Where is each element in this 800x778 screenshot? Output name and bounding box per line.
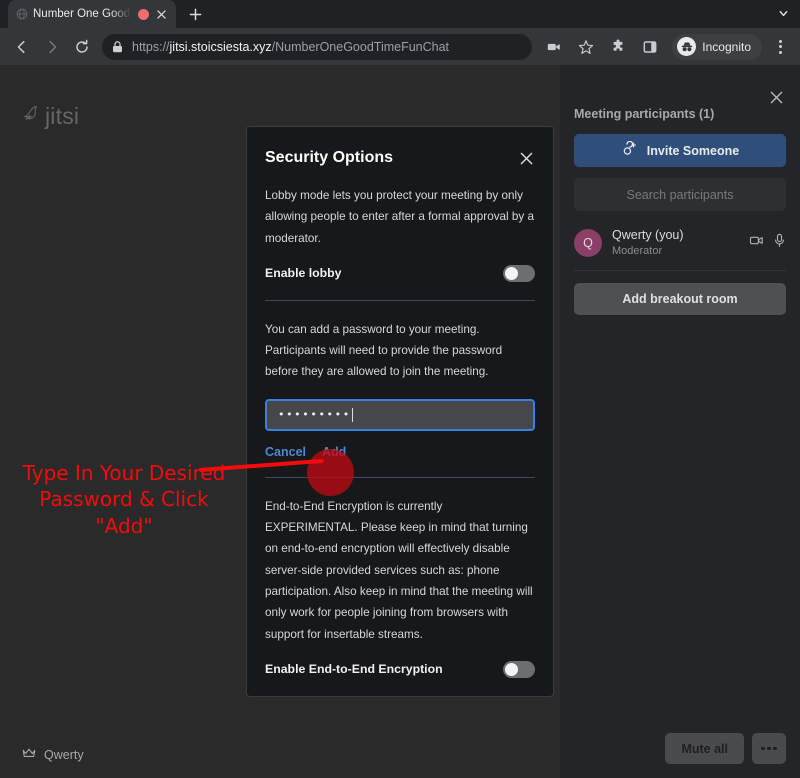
enable-lobby-row: Enable lobby bbox=[265, 264, 535, 300]
url-host: jitsi.stoicsiesta.xyz bbox=[169, 39, 272, 54]
jitsi-wordmark: jitsi bbox=[45, 103, 80, 129]
mute-all-button[interactable]: Mute all bbox=[665, 733, 744, 764]
password-value: ••••••••• bbox=[278, 408, 351, 422]
dialog-title: Security Options bbox=[265, 149, 394, 166]
mute-all-label: Mute all bbox=[681, 741, 728, 756]
add-breakout-room-label: Add breakout room bbox=[622, 292, 738, 306]
address-bar-url: https://jitsi.stoicsiesta.xyz/NumberOneG… bbox=[132, 40, 449, 54]
incognito-label: Incognito bbox=[702, 39, 751, 54]
participants-panel: Meeting participants (1) Invite Someone … bbox=[560, 65, 800, 778]
participants-title: Meeting participants (1) bbox=[574, 107, 715, 121]
enable-e2ee-label: Enable End-to-End Encryption bbox=[265, 662, 443, 677]
cancel-button[interactable]: Cancel bbox=[265, 445, 306, 459]
add-breakout-room-button[interactable]: Add breakout room bbox=[574, 283, 786, 315]
video-camera-icon[interactable] bbox=[540, 33, 568, 61]
participant-list-item[interactable]: Q Qwerty (you) Moderator bbox=[574, 223, 786, 263]
browser-tab[interactable]: Number One Good Time bbox=[8, 0, 176, 28]
jitsi-logo-icon bbox=[20, 103, 42, 130]
enable-lobby-label: Enable lobby bbox=[265, 266, 342, 281]
microphone-icon[interactable] bbox=[773, 233, 786, 253]
search-participants-input[interactable]: Search participants bbox=[574, 178, 786, 211]
crown-icon bbox=[22, 746, 36, 764]
dialog-header: Security Options bbox=[265, 127, 535, 167]
incognito-indicator[interactable]: Incognito bbox=[672, 33, 762, 60]
password-description: You can add a password to your meeting. … bbox=[265, 322, 503, 379]
jitsi-watermark: jitsi bbox=[20, 103, 79, 130]
annotation-text: Type In Your Desired Password & Click "A… bbox=[22, 461, 226, 538]
invite-someone-label: Invite Someone bbox=[646, 143, 740, 158]
toggle-knob bbox=[505, 266, 518, 280]
password-input[interactable]: ••••••••• bbox=[265, 398, 535, 431]
enable-e2ee-row: Enable End-to-End Encryption bbox=[265, 660, 535, 696]
e2ee-description: End-to-End Encryption is currently EXPER… bbox=[265, 499, 533, 641]
tab-title: Number One Good Time bbox=[33, 8, 133, 20]
url-path: /NumberOneGoodTimeFunChat bbox=[271, 39, 450, 54]
lock-icon[interactable] bbox=[112, 40, 124, 53]
three-dots-horizontal-icon[interactable] bbox=[752, 733, 786, 764]
enable-lobby-toggle[interactable] bbox=[503, 264, 535, 282]
local-participant-label: Qwerty bbox=[44, 748, 84, 762]
arrow-left-icon[interactable] bbox=[8, 33, 36, 61]
globe-icon bbox=[15, 8, 28, 21]
close-icon[interactable] bbox=[766, 87, 786, 107]
jitsi-page: jitsi Qwerty Meeting participants (1) In… bbox=[0, 65, 800, 778]
side-panel-icon[interactable] bbox=[636, 33, 664, 61]
toggle-knob bbox=[505, 662, 518, 676]
person-add-icon bbox=[621, 140, 638, 161]
participant-names: Qwerty (you) Moderator bbox=[612, 228, 739, 258]
lobby-description: Lobby mode lets you protect your meeting… bbox=[265, 189, 534, 245]
dialog-divider bbox=[265, 299, 535, 301]
dialog-divider-2 bbox=[265, 476, 535, 478]
video-camera-icon[interactable] bbox=[749, 233, 764, 253]
invite-someone-button[interactable]: Invite Someone bbox=[574, 134, 786, 167]
url-scheme: https:// bbox=[132, 39, 170, 54]
participant-name: Qwerty (you) bbox=[612, 228, 684, 243]
star-icon[interactable] bbox=[572, 33, 600, 61]
incognito-icon bbox=[677, 37, 697, 56]
toolbar-actions: Incognito bbox=[540, 33, 792, 61]
local-participant-name: Qwerty bbox=[22, 746, 84, 764]
panel-divider bbox=[574, 270, 786, 271]
avatar: Q bbox=[574, 229, 602, 257]
close-icon[interactable] bbox=[517, 149, 535, 167]
panel-footer: Mute all bbox=[665, 733, 786, 764]
security-options-dialog: Security Options Lobby mode lets you pro… bbox=[246, 126, 554, 697]
arrow-right-icon bbox=[38, 33, 66, 61]
recording-dot-icon bbox=[138, 8, 149, 20]
annotation-highlight-circle bbox=[307, 449, 354, 496]
close-icon[interactable] bbox=[154, 7, 169, 22]
tab-strip: Number One Good Time bbox=[0, 0, 800, 28]
browser-toolbar: https://jitsi.stoicsiesta.xyz/NumberOneG… bbox=[0, 28, 800, 65]
participant-media-icons bbox=[749, 233, 786, 253]
puzzle-piece-icon[interactable] bbox=[604, 33, 632, 61]
browser-window: Number One Good Time https://jitsi. bbox=[0, 0, 800, 778]
text-caret bbox=[351, 407, 353, 422]
address-bar[interactable]: https://jitsi.stoicsiesta.xyz/NumberOneG… bbox=[102, 33, 533, 60]
enable-e2ee-toggle[interactable] bbox=[503, 660, 535, 678]
new-tab-button[interactable] bbox=[182, 1, 208, 27]
reload-icon[interactable] bbox=[68, 33, 96, 61]
chevron-down-icon[interactable] bbox=[772, 2, 794, 24]
search-participants-placeholder: Search participants bbox=[626, 187, 734, 202]
three-dots-vertical-icon[interactable] bbox=[768, 34, 792, 60]
participant-role: Moderator bbox=[612, 244, 663, 257]
